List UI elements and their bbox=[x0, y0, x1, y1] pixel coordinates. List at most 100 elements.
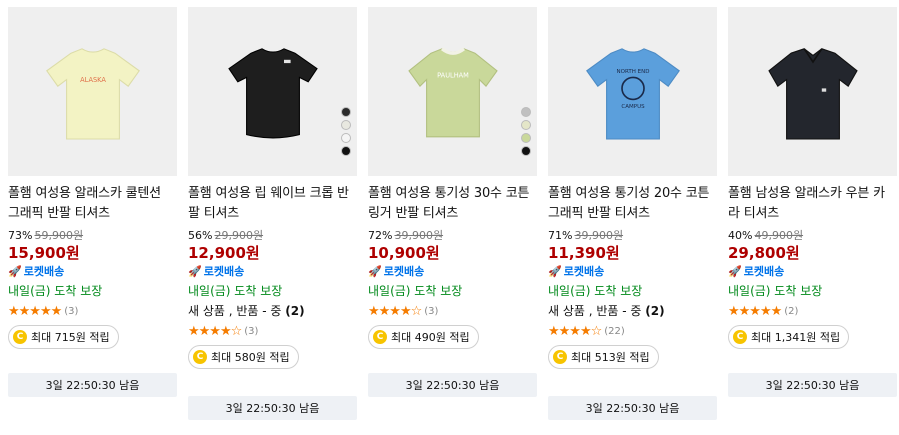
rating-count: (2) bbox=[784, 305, 799, 317]
new-return-info: 새 상품 , 반품 - 중 (2) bbox=[188, 301, 357, 321]
sale-price: 10,900원 bbox=[368, 244, 440, 262]
points-text: 최대 513원 적립 bbox=[571, 351, 650, 364]
color-swatches bbox=[521, 107, 531, 156]
arrival-guarantee: 내일(금) 도착 보장 bbox=[728, 284, 823, 298]
new-return-label: 새 상품 , 반품 - 중 bbox=[188, 304, 282, 318]
product-card[interactable]: ALASKA 폴햄 여성용 알래스카 쿨텐션 그래픽 반팔 티셔츠 73% 59… bbox=[8, 7, 177, 432]
color-swatch[interactable] bbox=[521, 146, 531, 156]
rating: ★★★★☆ (22) bbox=[548, 321, 717, 341]
rocket-icon: 🚀 bbox=[368, 265, 382, 278]
product-card[interactable]: NORTH END CAMPUS 폴햄 여성용 통기성 20수 코튼 그래픽 반… bbox=[548, 7, 717, 432]
rocket-icon: 🚀 bbox=[728, 265, 742, 278]
product-title[interactable]: 폴햄 여성용 통기성 20수 코튼 그래픽 반팔 티셔츠 bbox=[548, 184, 717, 224]
points-badge: C 최대 580원 적립 bbox=[188, 345, 299, 369]
rocket-label: 로켓배송 bbox=[383, 265, 425, 278]
product-image[interactable]: NORTH END CAMPUS bbox=[548, 7, 717, 176]
rating: ★★★★★ (2) bbox=[728, 301, 897, 321]
rocket-icon: 🚀 bbox=[548, 265, 562, 278]
star-rating-icon: ★★★★★ bbox=[728, 303, 782, 319]
color-swatch[interactable] bbox=[521, 133, 531, 143]
discount-rate: 56% bbox=[188, 228, 213, 242]
rocket-label: 로켓배송 bbox=[23, 265, 65, 278]
svg-text:ALASKA: ALASKA bbox=[80, 76, 106, 84]
sale-price: 29,800원 bbox=[728, 244, 800, 262]
price-row: 40% 49,900원 bbox=[728, 227, 897, 243]
svg-text:NORTH END: NORTH END bbox=[616, 69, 649, 75]
product-title[interactable]: 폴햄 여성용 통기성 30수 코튼 링거 반팔 티셔츠 bbox=[368, 184, 537, 224]
rocket-label: 로켓배송 bbox=[203, 265, 245, 278]
price-row: 71% 39,900원 bbox=[548, 227, 717, 243]
original-price: 49,900원 bbox=[754, 229, 804, 242]
rocket-delivery-badge: 🚀 로켓배송 bbox=[548, 263, 717, 281]
rocket-label: 로켓배송 bbox=[743, 265, 785, 278]
points-badge: C 최대 490원 적립 bbox=[368, 325, 479, 349]
product-image[interactable] bbox=[728, 7, 897, 176]
price-row: 72% 39,900원 bbox=[368, 227, 537, 243]
points-text: 최대 715원 적립 bbox=[31, 331, 110, 344]
rocket-delivery-badge: 🚀 로켓배송 bbox=[188, 263, 357, 281]
rocket-icon: 🚀 bbox=[188, 265, 202, 278]
discount-rate: 71% bbox=[548, 228, 573, 242]
coin-icon: C bbox=[373, 330, 387, 344]
arrival-guarantee: 내일(금) 도착 보장 bbox=[8, 284, 103, 298]
star-rating-icon: ★★★★☆ bbox=[548, 323, 602, 339]
coin-icon: C bbox=[193, 350, 207, 364]
arrival-guarantee: 내일(금) 도착 보장 bbox=[188, 284, 283, 298]
discount-rate: 72% bbox=[368, 228, 393, 242]
new-return-info: 새 상품 , 반품 - 중 (2) bbox=[548, 301, 717, 321]
coin-icon: C bbox=[13, 330, 27, 344]
color-swatch[interactable] bbox=[521, 120, 531, 130]
star-rating-icon: ★★★★☆ bbox=[368, 303, 422, 319]
new-return-label: 새 상품 , 반품 - 중 bbox=[548, 304, 642, 318]
rocket-delivery-badge: 🚀 로켓배송 bbox=[8, 263, 177, 281]
product-grid: ALASKA 폴햄 여성용 알래스카 쿨텐션 그래픽 반팔 티셔츠 73% 59… bbox=[8, 7, 897, 432]
product-image[interactable] bbox=[188, 7, 357, 176]
product-title[interactable]: 폴햄 여성용 립 웨이브 크롭 반팔 티셔츠 bbox=[188, 184, 357, 224]
rocket-label: 로켓배송 bbox=[563, 265, 605, 278]
rating-count: (3) bbox=[424, 305, 439, 317]
color-swatches bbox=[341, 107, 351, 156]
points-badge: C 최대 715원 적립 bbox=[8, 325, 119, 349]
price-row: 56% 29,900원 bbox=[188, 227, 357, 243]
product-card[interactable]: PAULHAM 폴햄 여성용 통기성 30수 코튼 링거 반팔 티셔츠 72% … bbox=[368, 7, 537, 432]
tshirt-image bbox=[227, 48, 318, 139]
arrival-guarantee: 내일(금) 도착 보장 bbox=[548, 284, 643, 298]
sale-price: 12,900원 bbox=[188, 244, 260, 262]
points-badge: C 최대 1,341원 적립 bbox=[728, 325, 850, 349]
color-swatch[interactable] bbox=[341, 107, 351, 117]
sale-price: 11,390원 bbox=[548, 244, 620, 262]
original-price: 29,900원 bbox=[214, 229, 264, 242]
points-text: 최대 1,341원 적립 bbox=[751, 331, 841, 344]
discount-rate: 73% bbox=[8, 228, 33, 242]
rating: ★★★★☆ (3) bbox=[368, 301, 537, 321]
rating-count: (22) bbox=[604, 325, 625, 337]
product-title[interactable]: 폴햄 여성용 알래스카 쿨텐션 그래픽 반팔 티셔츠 bbox=[8, 184, 177, 224]
tshirt-image bbox=[767, 48, 858, 140]
points-text: 최대 580원 적립 bbox=[211, 351, 290, 364]
product-image[interactable]: PAULHAM bbox=[368, 7, 537, 176]
svg-text:PAULHAM: PAULHAM bbox=[437, 71, 469, 79]
svg-text:CAMPUS: CAMPUS bbox=[621, 104, 645, 110]
rocket-delivery-badge: 🚀 로켓배송 bbox=[728, 263, 897, 281]
star-rating-icon: ★★★★★ bbox=[8, 303, 62, 319]
color-swatch[interactable] bbox=[341, 146, 351, 156]
original-price: 39,900원 bbox=[574, 229, 624, 242]
product-image[interactable]: ALASKA bbox=[8, 7, 177, 176]
rocket-icon: 🚀 bbox=[8, 265, 22, 278]
new-return-count: (2) bbox=[645, 304, 665, 318]
original-price: 39,900원 bbox=[394, 229, 444, 242]
rocket-delivery-badge: 🚀 로켓배송 bbox=[368, 263, 537, 281]
product-card[interactable]: 폴햄 남성용 알래스카 우븐 카라 티셔츠 40% 49,900원 29,800… bbox=[728, 7, 897, 432]
discount-rate: 40% bbox=[728, 228, 753, 242]
coin-icon: C bbox=[553, 350, 567, 364]
rating: ★★★★★ (3) bbox=[8, 301, 177, 321]
countdown-timer: 3일 22:50:30 남음 bbox=[8, 373, 177, 397]
countdown-timer: 3일 22:50:30 남음 bbox=[188, 396, 357, 420]
coin-icon: C bbox=[733, 330, 747, 344]
product-title[interactable]: 폴햄 남성용 알래스카 우븐 카라 티셔츠 bbox=[728, 184, 897, 224]
countdown-timer: 3일 22:50:30 남음 bbox=[548, 396, 717, 420]
color-swatch[interactable] bbox=[521, 107, 531, 117]
product-card[interactable]: 폴햄 여성용 립 웨이브 크롭 반팔 티셔츠 56% 29,900원 12,90… bbox=[188, 7, 357, 432]
color-swatch[interactable] bbox=[341, 133, 351, 143]
color-swatch[interactable] bbox=[341, 120, 351, 130]
